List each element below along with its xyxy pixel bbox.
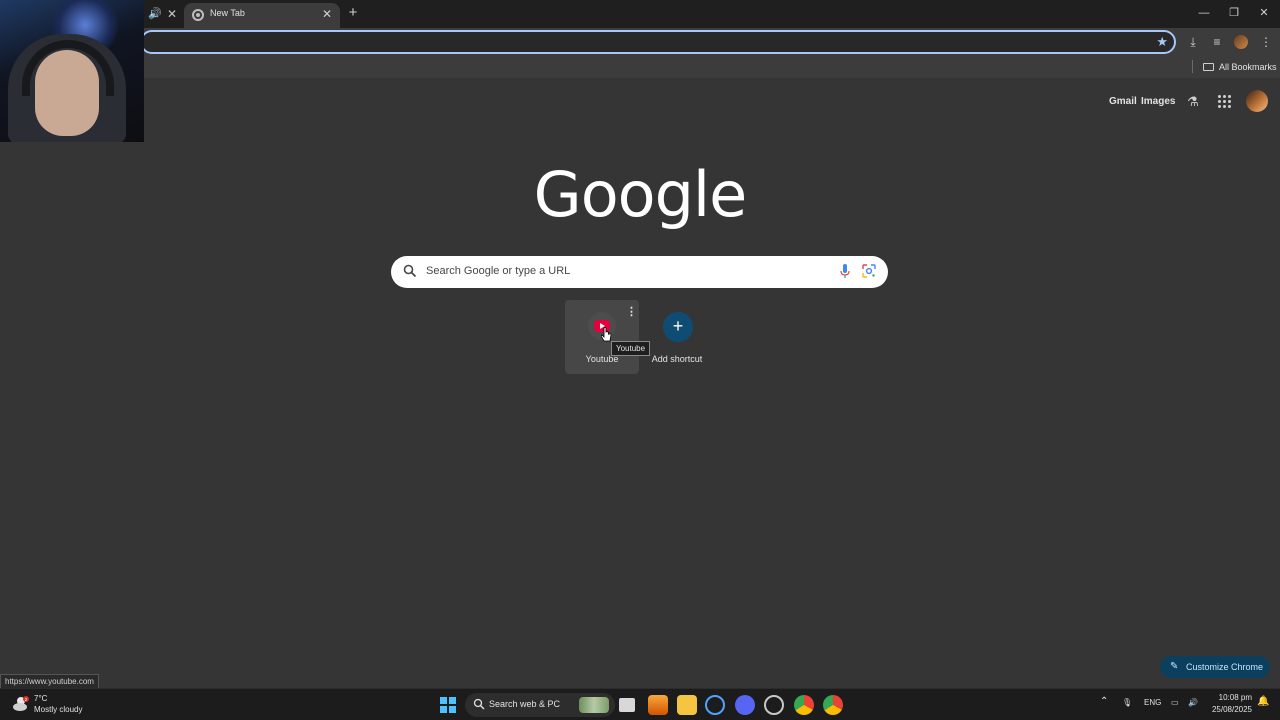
microphone-icon[interactable]: 🎙 — [1122, 698, 1132, 707]
address-bar[interactable]: ★ — [140, 30, 1176, 54]
search-box[interactable]: Search Google or type a URL — [391, 256, 888, 288]
taskbar-search-label: Search web & PC — [489, 699, 561, 709]
app-flame-icon[interactable] — [648, 695, 668, 715]
tab-audio-icon[interactable]: 🔊 — [148, 7, 162, 21]
chrome-favicon-icon — [192, 9, 204, 21]
search-icon — [473, 698, 485, 710]
weather-temp: 7°C — [34, 694, 48, 703]
gmail-link[interactable]: Gmail — [1109, 96, 1137, 107]
profile-avatar[interactable] — [1234, 35, 1248, 49]
more-vert-icon[interactable]: ⋮ — [626, 306, 637, 318]
media-controls-icon[interactable]: ≡ — [1208, 33, 1226, 51]
clock-time[interactable]: 10:08 pm — [1216, 693, 1252, 702]
app-ring-icon[interactable] — [764, 695, 784, 715]
windows-start-icon[interactable] — [440, 697, 456, 713]
images-link[interactable]: Images — [1141, 96, 1175, 107]
taskbar: 2 7°C Mostly cloudy Search web & PC ⌃ 🎙 … — [0, 688, 1280, 720]
customize-chrome-button[interactable]: ✎ Customize Chrome — [1160, 656, 1270, 678]
tab-title: New Tab — [210, 8, 245, 18]
cloudy-weather-icon[interactable]: 2 — [12, 695, 30, 713]
language-indicator[interactable]: ENG — [1144, 698, 1161, 707]
chrome-active-icon[interactable] — [823, 695, 843, 715]
cortana-icon[interactable] — [705, 695, 725, 715]
pencil-icon: ✎ — [1170, 661, 1179, 672]
google-logo: Google — [533, 158, 748, 231]
tooltip: Youtube — [611, 341, 651, 356]
voice-search-icon[interactable] — [840, 264, 850, 279]
window-close-icon[interactable]: ✕ — [1255, 5, 1273, 21]
minimize-icon[interactable]: — — [1195, 5, 1213, 21]
status-url: https://www.youtube.com — [0, 674, 99, 689]
bookmark-star-icon[interactable]: ★ — [1156, 34, 1168, 50]
clock-date[interactable]: 25/08/2025 — [1208, 705, 1252, 714]
task-view-icon[interactable] — [619, 698, 635, 712]
labs-flask-icon[interactable]: ⚗ — [1186, 94, 1200, 109]
volume-icon[interactable]: 🔊 — [1188, 698, 1198, 707]
notifications-icon[interactable]: 🔔 — [1257, 696, 1269, 707]
weather-condition: Mostly cloudy — [34, 705, 83, 714]
tab-new-tab[interactable]: New Tab ✕ — [184, 3, 340, 28]
network-icon[interactable]: ▭ — [1171, 698, 1179, 707]
search-highlight-image — [579, 697, 609, 713]
search-icon — [403, 264, 417, 278]
add-shortcut-button[interactable]: + Add shortcut — [640, 300, 714, 374]
all-bookmarks-button[interactable]: All Bookmarks — [1203, 60, 1277, 74]
webcam-overlay — [0, 0, 144, 142]
restore-icon[interactable]: ❐ — [1225, 5, 1243, 21]
discord-icon[interactable] — [735, 695, 755, 715]
tab-close-icon[interactable]: ✕ — [320, 7, 334, 21]
file-explorer-icon[interactable] — [677, 695, 697, 715]
google-apps-icon[interactable] — [1218, 95, 1231, 108]
taskbar-search[interactable]: Search web & PC — [465, 693, 615, 717]
customize-label: Customize Chrome — [1186, 662, 1264, 672]
chevron-up-icon[interactable]: ⌃ — [1100, 696, 1108, 707]
tab-strip: 🔊 ✕ New Tab ✕ + — ❐ ✕ — [0, 0, 1280, 28]
mouse-pointer-icon — [601, 327, 612, 342]
download-icon[interactable]: ⤓ — [1184, 33, 1202, 51]
new-tab-button[interactable]: + — [345, 5, 361, 21]
chrome-menu-icon[interactable]: ⋮ — [1257, 33, 1275, 51]
all-bookmarks-label: All Bookmarks — [1219, 62, 1277, 72]
search-input[interactable]: Search Google or type a URL — [426, 265, 570, 277]
chrome-icon[interactable] — [794, 695, 814, 715]
google-lens-icon[interactable] — [862, 264, 876, 278]
folder-icon — [1203, 63, 1214, 71]
bookmarks-bar — [0, 56, 1280, 78]
account-avatar[interactable] — [1246, 90, 1268, 112]
tab-close-icon[interactable]: ✕ — [165, 7, 179, 21]
plus-icon: + — [663, 312, 693, 342]
bookmarks-divider — [1192, 60, 1193, 73]
shortcut-label: Add shortcut — [651, 354, 703, 364]
